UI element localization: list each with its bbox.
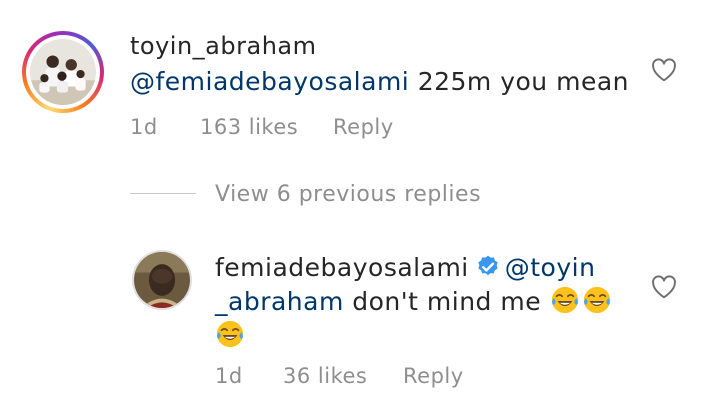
reply-button[interactable]: Reply	[403, 364, 464, 388]
heart-outline-icon	[652, 275, 676, 299]
likes-count[interactable]: 36 likes	[283, 364, 367, 388]
mention-link[interactable]: @femiadebayosalami	[130, 67, 409, 96]
face-with-tears-of-joy-icon	[215, 319, 245, 349]
comment-time: 1d	[215, 364, 243, 388]
face-with-tears-of-joy-icon	[582, 285, 612, 315]
comment-username[interactable]: femiadebayosalami	[215, 253, 469, 282]
mention-link[interactable]: @toyin	[505, 253, 596, 282]
heart-outline-icon	[652, 58, 676, 82]
like-heart-button[interactable]	[651, 275, 677, 303]
reply-button[interactable]: Reply	[333, 115, 394, 139]
view-previous-replies-button[interactable]: View 6 previous replies	[215, 182, 481, 207]
comment-body: 225m you mean	[409, 67, 629, 96]
comment-text: @femiadebayosalami 225m you mean	[130, 65, 630, 99]
verified-badge-icon	[475, 254, 501, 280]
reply-comment: femiadebayosalami @toyin _abraham don't mi…	[215, 251, 635, 353]
avatar	[30, 39, 96, 105]
comment-username[interactable]: toyin_abraham	[130, 32, 317, 60]
comment-time: 1d	[130, 115, 158, 139]
comment-body: don't mind me	[343, 287, 542, 316]
avatar-story-ring[interactable]	[22, 31, 104, 113]
man-portrait-avatar-image	[134, 252, 190, 308]
like-heart-button[interactable]	[651, 58, 677, 86]
likes-count[interactable]: 163 likes	[200, 115, 298, 139]
face-with-tears-of-joy-icon	[550, 285, 580, 315]
avatar[interactable]	[132, 250, 192, 310]
mention-link-continued[interactable]: _abraham	[215, 287, 344, 316]
family-photo-avatar-image	[30, 39, 96, 105]
replies-divider	[130, 193, 196, 194]
